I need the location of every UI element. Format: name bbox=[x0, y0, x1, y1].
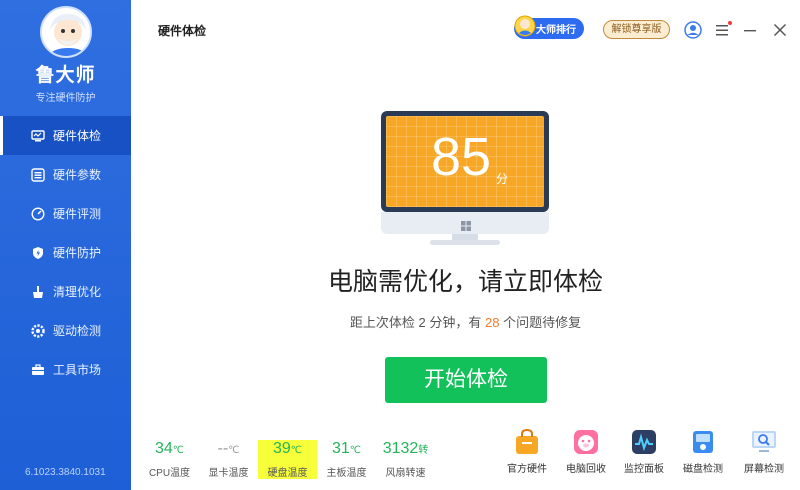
monitor-chin bbox=[381, 212, 549, 234]
menu-icon[interactable] bbox=[713, 20, 733, 40]
pig-recycle-icon bbox=[572, 428, 600, 456]
monitor-base bbox=[430, 240, 500, 245]
tool-official-hardware[interactable]: 官方硬件 bbox=[497, 428, 557, 475]
disk-check-icon bbox=[689, 428, 717, 456]
sidebar-item-label: 硬件参数 bbox=[53, 168, 102, 182]
sidebar-nav: 硬件体检 硬件参数 硬件评测 硬件防护 清理优化 驱动检测 工具市场 bbox=[0, 116, 131, 389]
shield-icon bbox=[31, 246, 45, 260]
hardware-stats: 34℃ CPU温度 --℃ 显卡温度 39℃ 硬盘温度 31℃ 主板温度 313… bbox=[140, 440, 435, 479]
page-title: 硬件体检 bbox=[158, 24, 207, 38]
master-avatar-icon bbox=[39, 6, 92, 58]
monitor-check-icon bbox=[31, 129, 45, 143]
score-screen: 85 分 bbox=[386, 116, 544, 207]
windows-logo-icon bbox=[461, 218, 471, 231]
health-score: 85 bbox=[431, 127, 492, 187]
brand-tagline: 专注硬件防护 bbox=[35, 93, 96, 104]
shopping-bag-icon bbox=[513, 428, 541, 456]
tool-screen-check[interactable]: 屏幕检测 bbox=[734, 428, 794, 475]
stat-gpu-temp: --℃ 显卡温度 bbox=[208, 440, 249, 479]
minimize-icon[interactable] bbox=[740, 20, 760, 40]
gauge-icon bbox=[31, 206, 45, 221]
health-score-unit: 分 bbox=[496, 172, 509, 186]
score-monitor: 85 分 bbox=[381, 111, 549, 212]
sidebar-item-hardware-benchmark[interactable]: 硬件评测 bbox=[0, 194, 131, 233]
tool-monitor-panel[interactable]: 监控面板 bbox=[614, 428, 674, 475]
status-subline: 距上次体检 2 分钟，有 28 个问题待修复 bbox=[349, 315, 582, 330]
sidebar-item-hardware-params[interactable]: 硬件参数 bbox=[0, 155, 131, 194]
start-check-button[interactable]: 开始体检 bbox=[385, 357, 547, 403]
close-icon[interactable] bbox=[770, 20, 790, 40]
sidebar-item-tool-market[interactable]: 工具市场 bbox=[0, 350, 131, 389]
version-label: 6.1023.3840.1031 bbox=[25, 467, 106, 478]
tool-pc-recycle[interactable]: 电脑回收 bbox=[556, 428, 616, 475]
user-icon[interactable] bbox=[683, 20, 703, 40]
toolbox-icon bbox=[31, 363, 45, 377]
sidebar-item-label: 硬件防护 bbox=[53, 246, 102, 260]
brand-logo: 鲁大师 专注硬件防护 bbox=[0, 6, 131, 104]
unlock-premium-button[interactable]: 解锁尊享版 bbox=[603, 20, 670, 39]
sidebar: 鲁大师 专注硬件防护 硬件体检 硬件参数 硬件评测 硬件防护 清理优化 驱动检测… bbox=[0, 0, 131, 490]
sidebar-item-label: 硬件评测 bbox=[53, 207, 102, 221]
status-headline: 电脑需优化，请立即体检 bbox=[327, 268, 603, 296]
master-rank-label: 大师排行 bbox=[536, 25, 576, 36]
sidebar-item-hardware-check[interactable]: 硬件体检 bbox=[0, 116, 131, 155]
stat-disk-temp: 39℃ 硬盘温度 bbox=[258, 440, 317, 479]
screen-check-icon bbox=[750, 428, 778, 456]
list-params-icon bbox=[31, 167, 45, 182]
sidebar-item-label: 工具市场 bbox=[53, 363, 102, 377]
monitor-panel-icon bbox=[630, 428, 658, 456]
stat-fan-speed: 3132转 风扇转速 bbox=[382, 440, 429, 479]
master-rank-button[interactable]: 大师排行 bbox=[514, 15, 584, 39]
sidebar-item-label: 硬件体检 bbox=[53, 129, 102, 143]
stat-board-temp: 31℃ 主板温度 bbox=[326, 440, 367, 479]
issue-count: 28 bbox=[484, 315, 500, 330]
stat-cpu-temp: 34℃ CPU温度 bbox=[148, 440, 191, 479]
tool-disk-check[interactable]: 磁盘检测 bbox=[673, 428, 733, 475]
brand-name: 鲁大师 bbox=[35, 65, 96, 86]
master-badge-icon bbox=[514, 14, 536, 38]
